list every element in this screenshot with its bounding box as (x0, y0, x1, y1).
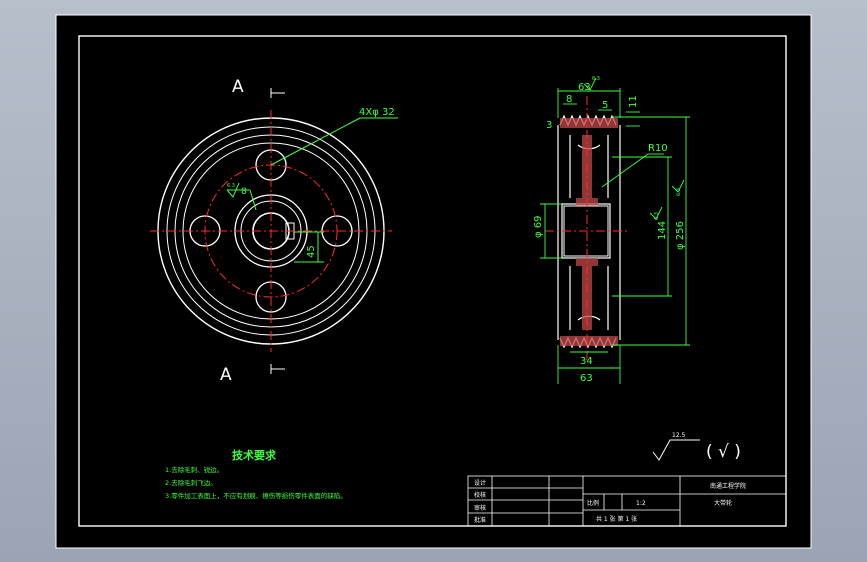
roughness-left: 6.3 (654, 212, 660, 220)
tech-item: 2.去除毛刺飞边。 (165, 478, 217, 487)
tech-item: 3.零件加工表面上，不应有划痕、擦伤等损伤零件表面的缺陷。 (165, 491, 347, 500)
dim-hub: 144 (657, 221, 668, 240)
dim-outer: φ 256 (675, 221, 686, 250)
dim-eleven: 11 (628, 95, 639, 108)
tb-part-name: 大带轮 (714, 499, 732, 507)
holes-note: 4Xφ 32 (359, 107, 395, 118)
front-roughness: 6.3 (227, 183, 235, 189)
radius-label: R10 (648, 143, 668, 154)
dim-five: 5 (602, 100, 608, 111)
tb-sheets: 共 1 张 第 1 张 (596, 515, 637, 523)
app-window: A A 4Xφ 32 6.3 8 45 63 6.3 8 5 11 3 R10 … (0, 0, 867, 562)
tech-item: 1.去除毛刺、锐边。 (165, 465, 223, 474)
dim-groove: 8 (566, 94, 572, 105)
dim-34: 34 (580, 356, 593, 367)
tb-school: 南通工程学院 (710, 482, 746, 490)
dim-width-top: 63 (578, 82, 591, 93)
section-letter-bottom: A (220, 365, 232, 385)
tb-approve: 批准 (474, 516, 486, 524)
tech-title: 技术要求 (232, 448, 277, 462)
dim-three: 3 (546, 120, 552, 131)
tb-check: 校核 (474, 491, 486, 499)
section-letter-top: A (232, 77, 244, 97)
roughness-symbol-paren: ( √ ) (706, 442, 741, 462)
dim-bore: φ 69 (533, 216, 544, 239)
dim-63-bottom: 63 (580, 373, 593, 384)
roughness-top: 6.3 (592, 76, 600, 82)
tb-review: 审核 (474, 504, 486, 512)
cad-drawing: A A 4Xφ 32 6.3 8 45 63 6.3 8 5 11 3 R10 … (55, 14, 812, 549)
tb-scale-label: 比例 (587, 499, 599, 507)
tb-design: 设计 (474, 479, 486, 487)
front-roughness-value: 8 (241, 187, 247, 197)
roughness-symbol-value: 12.5 (672, 432, 686, 439)
keyway-dim: 45 (306, 245, 317, 258)
roughness-right: 6.3 (676, 188, 682, 196)
tb-scale-value: 1:2 (636, 500, 646, 507)
